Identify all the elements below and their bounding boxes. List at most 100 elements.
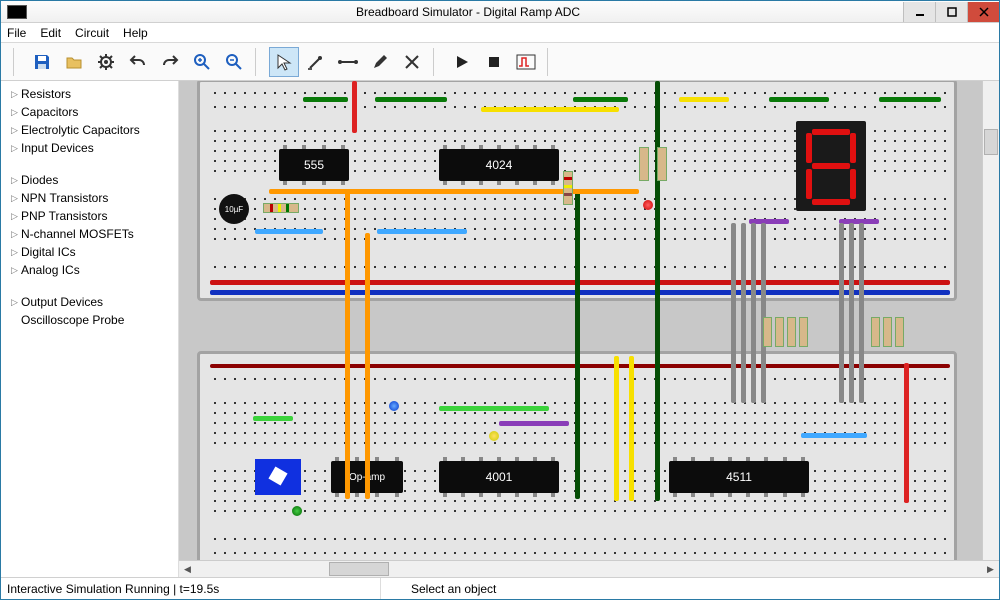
minimize-button[interactable] [903, 2, 935, 22]
component-sidebar[interactable]: ▷Resistors ▷Capacitors ▷Electrolytic Cap… [1, 81, 179, 577]
resistor[interactable] [799, 317, 808, 347]
probe-tool-button[interactable] [301, 47, 331, 77]
potentiometer[interactable] [255, 459, 301, 495]
wire[interactable] [377, 229, 467, 234]
wire[interactable] [253, 416, 293, 421]
zoom-in-button[interactable] [187, 47, 217, 77]
stop-button[interactable] [479, 47, 509, 77]
horizontal-scrollbar[interactable]: ◀ ▶ [179, 560, 999, 577]
wire[interactable] [255, 229, 323, 234]
sidebar-item-capacitors[interactable]: ▷Capacitors [1, 103, 178, 121]
menu-edit[interactable]: Edit [40, 26, 61, 40]
sidebar-item-analog-ics[interactable]: ▷Analog ICs [1, 261, 178, 279]
wire[interactable] [849, 223, 854, 403]
wire[interactable] [679, 97, 729, 102]
wire[interactable] [345, 189, 350, 499]
sidebar-item-npn-transistors[interactable]: ▷NPN Transistors [1, 189, 178, 207]
wire-tool-button[interactable] [333, 47, 363, 77]
wire[interactable] [481, 107, 619, 112]
ic-4511[interactable]: 4511 [669, 461, 809, 493]
wire[interactable] [655, 81, 660, 501]
resistor[interactable] [775, 317, 784, 347]
statusbar: Interactive Simulation Running | t=19.5s… [1, 577, 999, 599]
led-yellow[interactable] [489, 431, 499, 441]
edit-tool-button[interactable] [365, 47, 395, 77]
resistor[interactable] [883, 317, 892, 347]
open-button[interactable] [59, 47, 89, 77]
resistor[interactable] [263, 203, 299, 213]
led-green[interactable] [292, 506, 302, 516]
toolbar [1, 43, 999, 81]
status-simulation: Interactive Simulation Running | t=19.5s [7, 582, 219, 596]
wire[interactable] [801, 433, 867, 438]
titlebar: Breadboard Simulator - Digital Ramp ADC [1, 1, 999, 23]
undo-button[interactable] [123, 47, 153, 77]
wire[interactable] [769, 97, 829, 102]
status-hint: Select an object [411, 582, 496, 596]
scroll-right-button[interactable]: ▶ [982, 561, 999, 578]
wire[interactable] [352, 81, 357, 133]
wire[interactable] [439, 406, 549, 411]
scope-button[interactable] [511, 47, 541, 77]
wire[interactable] [629, 356, 634, 501]
wire[interactable] [269, 189, 639, 194]
sidebar-item-output-devices[interactable]: ▷Output Devices [1, 293, 178, 311]
sidebar-item-pnp-transistors[interactable]: ▷PNP Transistors [1, 207, 178, 225]
resistor[interactable] [787, 317, 796, 347]
sidebar-item-digital-ics[interactable]: ▷Digital ICs [1, 243, 178, 261]
redo-button[interactable] [155, 47, 185, 77]
wire[interactable] [904, 363, 909, 503]
wire[interactable] [614, 356, 619, 501]
wire[interactable] [751, 223, 756, 403]
breadboard-canvas[interactable]: 555 4024 [179, 81, 999, 560]
wire[interactable] [365, 233, 370, 499]
close-button[interactable] [967, 2, 999, 22]
resistor[interactable] [639, 147, 649, 181]
led-blue[interactable] [389, 401, 399, 411]
sidebar-item-oscilloscope-probe[interactable]: Oscilloscope Probe [1, 311, 178, 329]
sidebar-item-diodes[interactable]: ▷Diodes [1, 171, 178, 189]
zoom-out-button[interactable] [219, 47, 249, 77]
wire[interactable] [375, 97, 447, 102]
sidebar-item-electrolytic-capacitors[interactable]: ▷Electrolytic Capacitors [1, 121, 178, 139]
electrolytic-capacitor[interactable]: 10µF [219, 194, 249, 224]
wire[interactable] [575, 189, 580, 499]
ic-4001[interactable]: 4001 [439, 461, 559, 493]
wire[interactable] [303, 97, 348, 102]
sidebar-item-mosfets[interactable]: ▷N-channel MOSFETs [1, 225, 178, 243]
menu-circuit[interactable]: Circuit [75, 26, 109, 40]
scroll-thumb[interactable] [329, 562, 389, 576]
settings-button[interactable] [91, 47, 121, 77]
ic-4024[interactable]: 4024 [439, 149, 559, 181]
ic-555[interactable]: 555 [279, 149, 349, 181]
maximize-button[interactable] [935, 2, 967, 22]
wire[interactable] [839, 223, 844, 403]
resistor[interactable] [871, 317, 880, 347]
resistor[interactable] [563, 171, 573, 205]
led-red[interactable] [643, 200, 653, 210]
menubar: File Edit Circuit Help [1, 23, 999, 43]
wire[interactable] [879, 97, 941, 102]
select-tool-button[interactable] [269, 47, 299, 77]
wire[interactable] [731, 223, 736, 403]
wire[interactable] [761, 223, 766, 403]
wire[interactable] [499, 421, 569, 426]
sidebar-item-resistors[interactable]: ▷Resistors [1, 85, 178, 103]
resistor[interactable] [763, 317, 772, 347]
content-area: ▷Resistors ▷Capacitors ▷Electrolytic Cap… [1, 81, 999, 577]
wire[interactable] [859, 223, 864, 403]
menu-help[interactable]: Help [123, 26, 148, 40]
scroll-left-button[interactable]: ◀ [179, 561, 196, 578]
save-button[interactable] [27, 47, 57, 77]
cut-tool-button[interactable] [397, 47, 427, 77]
resistor[interactable] [895, 317, 904, 347]
wire[interactable] [573, 97, 628, 102]
app-icon [7, 5, 27, 19]
vertical-scrollbar[interactable] [982, 81, 999, 560]
wire[interactable] [741, 223, 746, 403]
sidebar-item-input-devices[interactable]: ▷Input Devices [1, 139, 178, 157]
run-button[interactable] [447, 47, 477, 77]
resistor[interactable] [657, 147, 667, 181]
seven-segment-display[interactable] [796, 121, 866, 211]
menu-file[interactable]: File [7, 26, 26, 40]
